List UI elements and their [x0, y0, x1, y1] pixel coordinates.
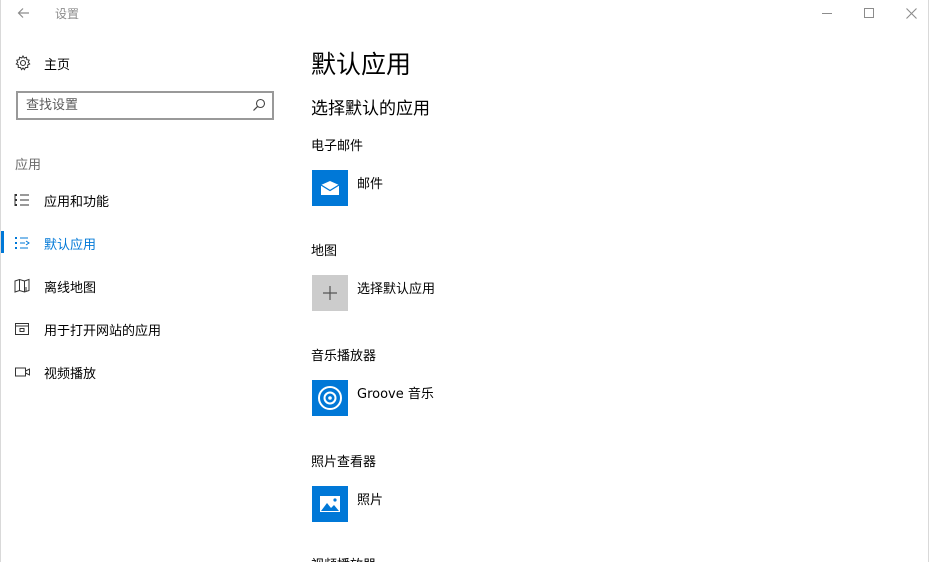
window-title: 设置	[55, 7, 80, 21]
back-arrow-icon	[17, 8, 29, 18]
sidebar-item-label: 用于打开网站的应用	[44, 324, 162, 339]
video-icon	[15, 367, 30, 377]
close-button[interactable]	[889, 0, 928, 26]
selection-indicator	[1, 274, 4, 296]
groove-music-icon	[312, 380, 348, 416]
default-app-photos[interactable]: 照片	[311, 486, 611, 524]
sidebar-item-label: 视频播放	[44, 367, 97, 382]
default-apps-icon	[15, 237, 30, 249]
offline-map-icon	[14, 278, 30, 293]
app-name: 照片	[357, 493, 384, 508]
page-subtitle: 选择默认的应用	[311, 99, 430, 119]
sidebar-item-label: 离线地图	[44, 281, 97, 296]
website-app-icon	[15, 323, 29, 335]
sidebar-item-label: 默认应用	[44, 238, 97, 253]
minimize-icon	[822, 12, 832, 14]
sidebar-section-heading: 应用	[15, 158, 42, 173]
app-name: 邮件	[357, 177, 384, 192]
default-app-email[interactable]: 邮件	[311, 170, 611, 208]
default-app-maps[interactable]: 选择默认应用	[311, 275, 611, 313]
back-button[interactable]	[9, 2, 37, 24]
category-label-maps: 地图	[311, 244, 338, 259]
selection-indicator	[1, 317, 4, 339]
close-icon	[905, 7, 917, 19]
selection-indicator	[1, 231, 4, 253]
settings-window: 设置 主页 应用	[0, 0, 929, 562]
sidebar-item-video-playback[interactable]: 视频播放	[1, 357, 281, 387]
mail-icon	[312, 170, 348, 206]
app-name: 选择默认应用	[357, 282, 436, 297]
page-title: 默认应用	[311, 50, 412, 79]
category-label-music: 音乐播放器	[311, 349, 377, 364]
selection-indicator	[1, 188, 4, 210]
sidebar-item-website-apps[interactable]: 用于打开网站的应用	[1, 314, 281, 344]
list-icon	[14, 194, 29, 206]
nav-home[interactable]: 主页	[15, 52, 70, 74]
category-label-photos: 照片查看器	[311, 455, 377, 470]
category-label-email: 电子邮件	[311, 139, 364, 154]
sidebar-item-offline-maps[interactable]: 离线地图	[1, 271, 281, 301]
title-bar: 设置	[1, 0, 928, 26]
search-icon	[253, 98, 266, 111]
gear-icon	[15, 55, 31, 71]
category-label-video: 视频播放器	[311, 554, 376, 562]
app-name: Groove 音乐	[357, 387, 434, 402]
search-box[interactable]	[16, 91, 274, 120]
maximize-icon	[864, 8, 874, 18]
nav-home-label: 主页	[44, 57, 71, 73]
plus-icon	[312, 275, 348, 311]
default-app-music[interactable]: Groove 音乐	[311, 380, 611, 418]
selection-indicator	[1, 360, 4, 382]
minimize-button[interactable]	[805, 0, 849, 26]
search-input[interactable]	[26, 96, 246, 115]
maximize-button[interactable]	[847, 0, 891, 26]
sidebar-item-apps-features[interactable]: 应用和功能	[1, 185, 281, 215]
sidebar-item-label: 应用和功能	[44, 195, 110, 210]
sidebar-item-default-apps[interactable]: 默认应用	[1, 228, 281, 258]
photos-icon	[312, 486, 348, 522]
